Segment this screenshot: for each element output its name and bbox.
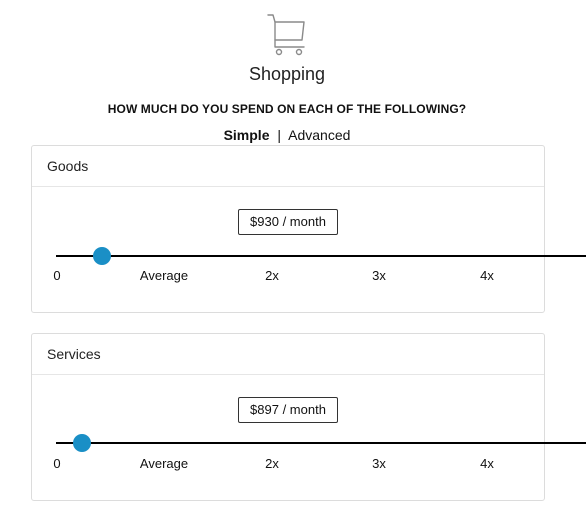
- mode-simple-link[interactable]: Simple: [224, 127, 270, 143]
- goods-tick-4x: 4x: [480, 268, 494, 283]
- services-tick-average: Average: [139, 456, 189, 471]
- services-tick-2x: 2x: [265, 456, 279, 471]
- mode-advanced-link[interactable]: Advanced: [288, 127, 350, 143]
- mode-separator: |: [277, 127, 282, 143]
- services-slider-track[interactable]: [56, 442, 586, 444]
- goods-tick-3x: 3x: [372, 268, 386, 283]
- services-tick-3x: 3x: [372, 456, 386, 471]
- services-tick-4x: 4x: [480, 456, 494, 471]
- services-value-label: $897 / month: [238, 397, 338, 423]
- services-slider-thumb[interactable]: [72, 434, 91, 452]
- goods-tick-zero: 0: [53, 268, 61, 283]
- mode-switch: Simple | Advanced: [0, 127, 574, 143]
- goods-slider-thumb[interactable]: [92, 247, 111, 265]
- spending-question: HOW MUCH DO YOU SPEND ON EACH OF THE FOL…: [107, 102, 467, 116]
- shopping-cart-icon: [267, 14, 305, 56]
- goods-tick-2x: 2x: [265, 268, 279, 283]
- page-title: Shopping: [248, 64, 326, 84]
- goods-tick-average: Average: [139, 268, 189, 283]
- services-tick-zero: 0: [53, 456, 61, 471]
- goods-panel-title: Goods: [32, 146, 544, 187]
- services-panel-title: Services: [32, 334, 544, 375]
- goods-value-label: $930 / month: [238, 209, 338, 235]
- goods-slider-track[interactable]: [56, 255, 586, 257]
- page: Shopping HOW MUCH DO YOU SPEND ON EACH O…: [0, 0, 586, 516]
